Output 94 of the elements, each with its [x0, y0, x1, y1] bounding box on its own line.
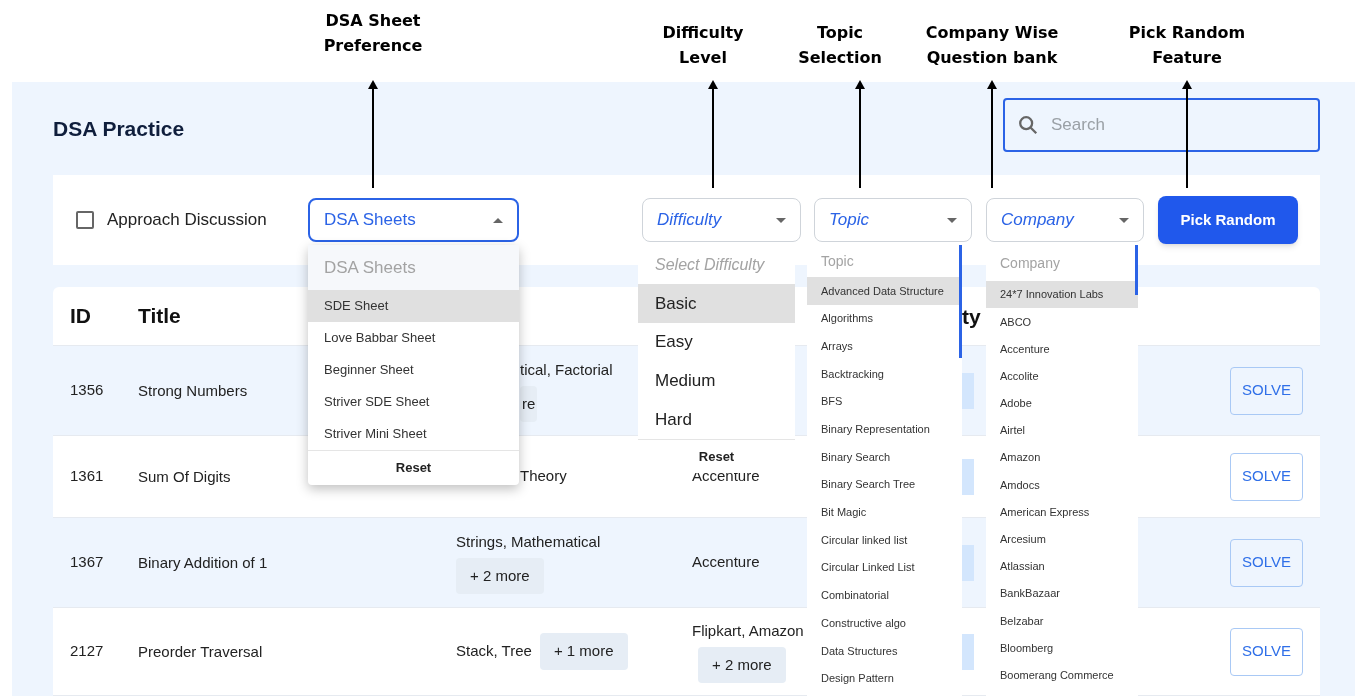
annotation-label: DSA Sheet Preference — [323, 10, 423, 57]
table-cell-text: 1367 — [70, 552, 105, 573]
menu-heading: Topic — [820, 251, 855, 271]
menu-item[interactable]: Amazon — [986, 444, 1138, 472]
difficulty-badge — [962, 458, 974, 495]
caret-down-icon — [947, 217, 957, 223]
reset-button[interactable]: Reset — [698, 446, 735, 467]
menu-item[interactable]: Striver SDE Sheet — [308, 386, 519, 418]
dropdown-select[interactable]: Difficulty — [642, 198, 801, 242]
difficulty-badge — [962, 633, 974, 670]
menu-item[interactable]: Advanced Data Structure — [807, 277, 962, 305]
more-chip[interactable]: + 2 more — [698, 646, 786, 683]
menu-item[interactable]: Bloomberg — [986, 634, 1138, 662]
more-chip[interactable]: + 1 more — [539, 633, 628, 670]
table-cell-text: Strings, Mathematical — [456, 532, 601, 552]
menu-item[interactable]: Striver Mini Sheet — [308, 418, 519, 450]
table-cell-text: 1361 — [70, 466, 105, 487]
more-chip[interactable]: + 2 more — [456, 557, 544, 594]
menu-item[interactable]: Algorithms — [807, 304, 962, 333]
dropdown-select[interactable]: Topic — [814, 198, 972, 242]
table-cell-text: Theory — [520, 466, 568, 487]
table-cell-text: Accenture — [692, 466, 760, 487]
page-title: DSA Practice — [53, 115, 185, 142]
menu-item[interactable]: Arrays — [807, 332, 962, 361]
column-header: Title — [138, 304, 181, 328]
menu-item[interactable]: Love Babbar Sheet — [308, 322, 519, 354]
menu-item[interactable]: Binary Representation — [807, 415, 962, 444]
menu-item[interactable]: Belzabar — [986, 607, 1138, 635]
menu-item[interactable]: Medium — [638, 361, 795, 401]
table-cell: Preorder Traversal — [138, 642, 263, 660]
menu-item[interactable]: BFS — [807, 387, 962, 416]
solve-button[interactable]: SOLVE — [1230, 538, 1303, 587]
menu-item[interactable]: Backtracking — [807, 360, 962, 388]
menu-item[interactable]: Design Pattern — [807, 664, 962, 693]
menu-heading: DSA Sheets — [308, 245, 519, 290]
menu-item[interactable]: Constructive algo — [807, 609, 962, 637]
menu-item[interactable]: Airtel — [986, 416, 1138, 445]
menu-item[interactable]: Bit Magic — [807, 498, 962, 527]
annotation-label: Topic Selection — [798, 22, 882, 69]
table-cell-text: 2127 — [70, 641, 105, 662]
menu-item[interactable]: Binary Search — [807, 443, 962, 471]
menu-item[interactable]: ABCO — [986, 308, 1138, 336]
reset-button[interactable]: Reset — [395, 458, 432, 478]
table-cell-text: Stack, Tree — [456, 641, 532, 662]
search-field[interactable]: Search — [1003, 97, 1320, 152]
menu-item[interactable]: Boomerang Commerce — [986, 661, 1138, 689]
caret-up-icon — [493, 217, 503, 223]
solve-button[interactable]: SOLVE — [1230, 627, 1303, 676]
checkbox[interactable] — [76, 211, 94, 229]
search-icon — [1017, 113, 1039, 136]
menu-item[interactable]: Arcesium — [986, 525, 1138, 553]
annotation-label: Company Wise Question bank — [925, 22, 1059, 69]
table-cell-text: 1356 — [70, 380, 105, 401]
menu-item[interactable]: American Express — [986, 498, 1138, 526]
menu-item[interactable]: Amdocs — [986, 471, 1138, 499]
dropdown-select[interactable]: Company — [986, 198, 1144, 242]
menu-item[interactable]: SDE Sheet — [308, 290, 519, 322]
more-chip[interactable]: re — [520, 385, 538, 422]
caret-down-icon — [776, 217, 786, 223]
difficulty-badge — [962, 372, 974, 409]
menu-item[interactable]: Adobe — [986, 389, 1138, 417]
dropdown-select[interactable]: DSA Sheets — [308, 198, 519, 242]
annotation-label: Difficulty Level — [662, 22, 744, 69]
menu-item[interactable]: Data Structures — [807, 636, 962, 665]
menu-heading: Company — [999, 253, 1061, 273]
menu-item[interactable]: Binary Search Tree — [807, 470, 962, 499]
menu-heading: Select Difficulty — [654, 254, 766, 275]
menu-item[interactable]: BankBazaar — [986, 580, 1138, 608]
solve-button[interactable]: SOLVE — [1230, 452, 1303, 501]
menu-item[interactable]: Circular linked list — [807, 526, 962, 554]
solve-button[interactable]: SOLVE — [1230, 366, 1303, 415]
pick-random-button[interactable]: Pick Random — [1158, 196, 1298, 244]
menu-item[interactable]: Accolite — [986, 362, 1138, 390]
menu-item[interactable]: Combinatorial — [807, 581, 962, 610]
scrollbar — [1135, 245, 1138, 295]
table-cell: Strong Numbers — [138, 381, 248, 399]
caret-down-icon — [1119, 217, 1129, 223]
table-cell: Binary Addition of 1 — [138, 553, 268, 571]
difficulty-badge — [962, 544, 974, 581]
checkbox-label: Approach Discussion — [107, 209, 267, 232]
menu-item[interactable]: Hard — [638, 400, 795, 439]
annotation-label: Pick Random Feature — [1128, 22, 1246, 69]
menu-item[interactable]: Easy — [638, 322, 795, 362]
menu-item[interactable]: Basic — [638, 284, 795, 323]
column-header: ty — [962, 304, 981, 331]
menu-item[interactable]: Atlassian — [986, 552, 1138, 581]
menu-item[interactable]: Accenture — [986, 335, 1138, 363]
menu-item[interactable]: 24*7 Innovation Labs — [986, 281, 1138, 309]
column-header: ID — [70, 303, 92, 330]
table-cell-text: Accenture — [692, 552, 760, 573]
menu-item[interactable]: Circular Linked List — [807, 553, 962, 582]
menu-item[interactable]: Beginner Sheet — [308, 354, 519, 386]
table-cell: Sum Of Digits — [138, 467, 231, 485]
table-cell-text: Flipkart, Amazon — [692, 621, 804, 641]
